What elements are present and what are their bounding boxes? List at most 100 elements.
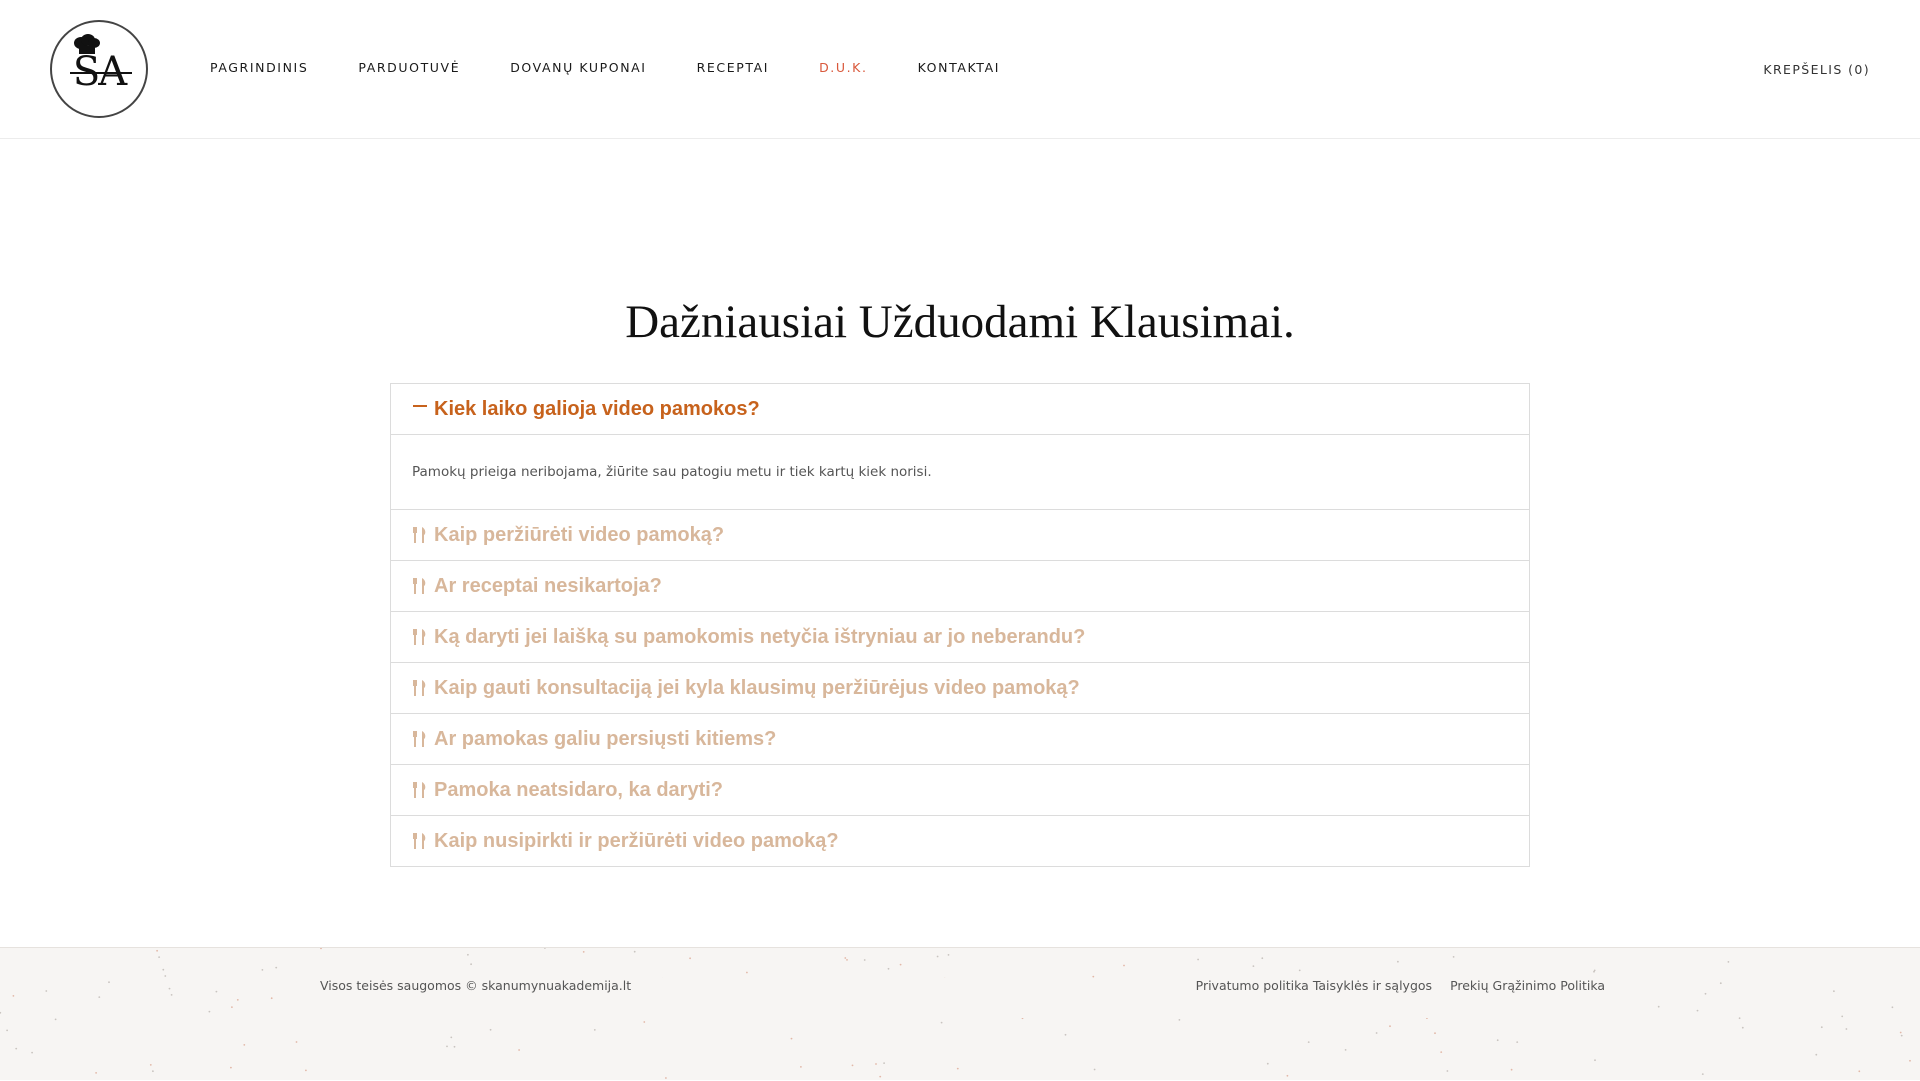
footer-dot [790, 1037, 793, 1040]
footer-dot [470, 963, 472, 966]
fork-knife-icon [412, 730, 428, 748]
faq-item: Kaip peržiūrėti video pamoką? [391, 510, 1529, 561]
footer-dot [158, 956, 161, 958]
footer-dot [1093, 1068, 1096, 1071]
faq-question-toggle[interactable]: Kaip peržiūrėti video pamoką? [391, 510, 1529, 560]
footer-dot [899, 963, 902, 966]
footer-dot [156, 949, 159, 952]
site-footer: Visos teisės saugomos © skanumynuakademi… [0, 947, 1920, 1080]
fork-knife-icon [412, 577, 428, 595]
nav-item-kontaktai[interactable]: KONTAKTAI [918, 60, 1000, 75]
nav-item-pagrindinis[interactable]: PAGRINDINIS [210, 60, 308, 75]
footer-dot [1900, 1034, 1903, 1037]
footer-dot [1891, 1006, 1894, 1009]
footer-link-privacy[interactable]: Privatumo politika [1196, 978, 1309, 993]
footer-dot [1298, 969, 1301, 972]
footer-dot [320, 948, 322, 950]
faq-question: Kaip peržiūrėti video pamoką? [434, 523, 725, 546]
footer-dot [1858, 1070, 1861, 1073]
faq-question: Kaip gauti konsultaciją jei kyla klausim… [434, 676, 1080, 699]
cart-link[interactable]: KREPŠELIS (0) [1763, 62, 1870, 77]
footer-dot [215, 990, 218, 993]
footer-dot [689, 957, 691, 960]
footer-dot [231, 1006, 233, 1008]
footer-dot [1719, 982, 1722, 985]
footer-dot [1704, 992, 1707, 995]
footer-dot [236, 999, 239, 1001]
footer-dot [108, 981, 110, 984]
footer-dot [295, 1041, 298, 1043]
faq-question-toggle[interactable]: Ar pamokas galiu persiųsti kitiems? [391, 714, 1529, 764]
footer-dot [1389, 1025, 1391, 1028]
footer-dot [230, 1066, 232, 1069]
footer-dot [162, 968, 165, 971]
page-title: Dažniausiai Užduodami Klausimai. [625, 296, 1295, 348]
nav-item-parduotuve[interactable]: PARDUOTUVĖ [358, 60, 460, 75]
footer-dot [1266, 1062, 1269, 1065]
footer-dot [446, 1045, 448, 1048]
faq-question: Ką daryti jei laišką su pamokomis netyči… [434, 625, 1086, 648]
faq-question: Ar pamokas galiu persiųsti kitiems? [434, 727, 777, 750]
nav-item-duk[interactable]: D.U.K. [819, 60, 868, 75]
footer-dot [1510, 1068, 1513, 1071]
footer-dot [1820, 1026, 1823, 1029]
footer-dot [518, 1049, 520, 1051]
faq-question-toggle[interactable]: Kaip nusipirkti ir peržiūrėti video pamo… [391, 816, 1529, 866]
faq-question: Kaip nusipirkti ir peržiūrėti video pamo… [434, 829, 839, 852]
footer-dot [453, 1045, 456, 1048]
fork-knife-icon [412, 679, 428, 697]
footer-dot [243, 1044, 246, 1046]
logo-underline [70, 72, 132, 74]
footer-dot [1307, 1041, 1310, 1043]
faq-item: Pamoka neatsidaro, ka daryti? [391, 765, 1529, 816]
footer-link-terms[interactable]: Taisyklės ir sąlygos [1313, 978, 1432, 993]
faq-question-toggle[interactable]: Kiek laiko galioja video pamokos? [391, 384, 1529, 435]
fork-knife-icon [412, 832, 428, 850]
footer-dot [746, 971, 748, 974]
footer-dot [467, 953, 469, 956]
footer-dot [45, 990, 48, 992]
footer-dot [12, 995, 15, 997]
footer-dot [936, 955, 939, 958]
footer-dot [593, 1029, 596, 1031]
footer-dot [875, 1063, 877, 1065]
faq-question-toggle[interactable]: Pamoka neatsidaro, ka daryti? [391, 765, 1529, 815]
site-header: SA PAGRINDINIS PARDUOTUVĖ DOVANŲ KUPONAI… [0, 0, 1920, 139]
footer-dot [1440, 1051, 1443, 1053]
footer-dot [846, 959, 848, 961]
footer-dot [1252, 965, 1255, 967]
nav-item-receptai[interactable]: RECEPTAI [697, 60, 769, 75]
faq-question-toggle[interactable]: Kaip gauti konsultaciją jei kyla klausim… [391, 663, 1529, 713]
footer-dot [1516, 1041, 1519, 1043]
footer-dot [1841, 1015, 1844, 1018]
footer-dot [1178, 1019, 1181, 1021]
footer-dot [1397, 960, 1399, 963]
footer-dot [940, 1021, 943, 1024]
footer-dot [1496, 1039, 1499, 1042]
footer-dot [851, 1064, 854, 1067]
nav-item-dovanu-kuponai[interactable]: DOVANŲ KUPONAI [510, 60, 646, 75]
footer-dot [1701, 1073, 1704, 1075]
footer-dot [305, 1069, 307, 1072]
footer-dot [643, 1021, 646, 1023]
footer-dot [665, 1077, 667, 1079]
footer-dot [95, 1072, 97, 1074]
footer-dot [1833, 990, 1835, 993]
footer-dot [15, 1047, 18, 1050]
faq-question-toggle[interactable]: Ką daryti jei laišką su pamokomis netyči… [391, 612, 1529, 662]
footer-dot [170, 994, 173, 996]
footer-dot [1197, 958, 1199, 961]
footer-dot [1657, 1005, 1660, 1008]
footer-dot [887, 967, 890, 970]
footer-dot [1727, 961, 1730, 963]
footer-dot [98, 996, 101, 998]
footer-dot [450, 1036, 453, 1039]
footer-dot [1375, 1032, 1378, 1034]
footer-dot [1696, 1009, 1699, 1012]
site-logo[interactable]: SA [50, 20, 148, 118]
footer-dot [6, 1029, 8, 1032]
faq-question-toggle[interactable]: Ar receptai nesikartoja? [391, 561, 1529, 611]
footer-bar: Visos teisės saugomos © skanumynuakademi… [320, 978, 1605, 1018]
footer-dot [863, 959, 866, 961]
footer-link-returns[interactable]: Prekių Grąžinimo Politika [1450, 978, 1605, 993]
